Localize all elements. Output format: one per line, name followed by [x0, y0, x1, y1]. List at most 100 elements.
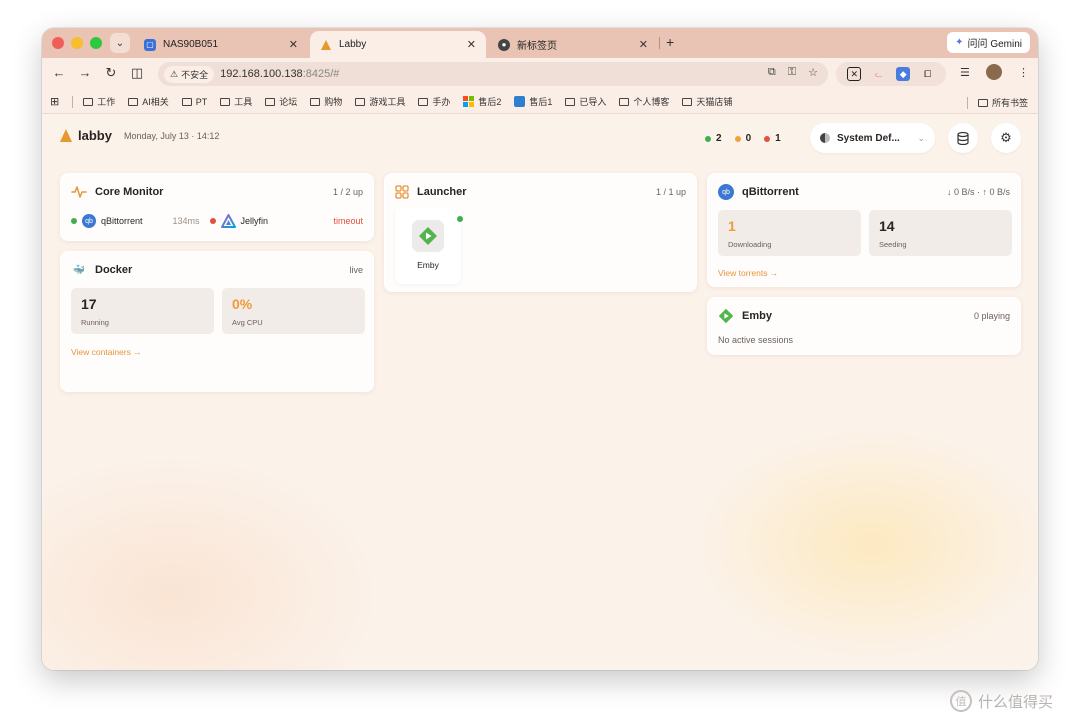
status-dot-icon: [71, 218, 77, 224]
chrome-favicon-icon: ●: [498, 38, 510, 51]
url-text[interactable]: 192.168.100.138:8425/#: [220, 68, 339, 80]
extension-screenshot-icon[interactable]: ✕: [847, 67, 862, 81]
menu-more-icon[interactable]: ⋮: [1018, 66, 1029, 79]
theme-select[interactable]: System Def... ⌄: [810, 123, 935, 153]
stat-value: 1: [728, 218, 736, 234]
bookmark-folder[interactable]: 手办: [418, 95, 450, 108]
qbittorrent-icon: qb: [82, 214, 96, 228]
side-panel-icon[interactable]: ◫: [128, 65, 146, 81]
header-date: Monday, July 13 · 14:12: [123, 130, 220, 141]
settings-button[interactable]: ⚙: [991, 123, 1021, 153]
folder-icon: [619, 97, 630, 106]
bookmark-folder[interactable]: 购物: [310, 95, 342, 108]
bookmark-folder[interactable]: 天猫店铺: [682, 95, 732, 108]
theme-icon: [820, 133, 830, 143]
grid-icon: [395, 185, 409, 199]
profile-avatar[interactable]: [986, 64, 1002, 80]
media-list-icon[interactable]: ☰: [960, 66, 970, 79]
online-dot-icon: [457, 216, 463, 222]
bookmark-label: 工作: [97, 97, 116, 107]
bookmark-folder[interactable]: PT: [181, 96, 208, 107]
status-warning-count: 0: [734, 133, 752, 144]
pulse-icon: [71, 186, 87, 198]
bookmark-link[interactable]: 售后1: [514, 95, 552, 108]
close-icon[interactable]: ✕: [639, 38, 648, 51]
chevron-down-icon: ⌄: [917, 132, 925, 143]
forward-button[interactable]: →: [76, 65, 94, 80]
folder-icon: [682, 97, 693, 106]
bookmarks-bar: ⊞ 工作 AI相关 PT 工具 论坛 购物 游戏工具 手办 售后2 售后1 已导…: [42, 90, 1038, 114]
launcher-app-emby[interactable]: Emby: [395, 208, 463, 284]
bookmark-link[interactable]: 售后2: [463, 95, 501, 108]
emby-icon: [419, 227, 437, 245]
extensions-group: ✕ ᓚ ◆ ⧠: [836, 62, 946, 86]
bookmark-folder[interactable]: 游戏工具: [355, 95, 405, 108]
address-bar[interactable]: ⚠ 不安全 192.168.100.138:8425/# ⧉ ⚿ ☆: [158, 62, 828, 86]
watermark: 值 什么值得买: [950, 690, 1053, 712]
tab-strip: ⌄ ▢ NAS90B051 ✕ Labby ✕ ● 新标签页 ✕ + ✦ 问问 …: [42, 28, 1038, 58]
bookmark-folder[interactable]: 工具: [220, 95, 252, 108]
bookmark-label: AI相关: [142, 97, 169, 107]
monitor-list: qb qBittorrent 134ms Jellyfin timeout: [71, 214, 363, 228]
extension-blue-icon[interactable]: ◆: [896, 67, 911, 81]
folder-icon: [220, 97, 231, 106]
back-button[interactable]: ←: [50, 65, 68, 80]
new-tab-button[interactable]: +: [666, 34, 674, 50]
tab-title: Labby: [339, 39, 367, 50]
tab-nas[interactable]: ▢ NAS90B051 ✕: [134, 31, 308, 58]
translate-icon[interactable]: ⧉: [768, 66, 776, 79]
bookmark-folder[interactable]: AI相关: [128, 95, 169, 108]
password-key-icon[interactable]: ⚿: [788, 66, 796, 79]
docker-card: 🐳 Docker live 17 Running 0% Avg CPU View…: [60, 251, 374, 392]
monitor-item-qbittorrent[interactable]: qb qBittorrent: [71, 214, 143, 228]
tab-title: NAS90B051: [163, 39, 219, 50]
bookmark-star-icon[interactable]: ☆: [808, 66, 818, 79]
close-icon[interactable]: ✕: [289, 38, 298, 51]
bookmark-folder[interactable]: 论坛: [265, 95, 297, 108]
view-torrents-link[interactable]: View torrents →: [718, 268, 778, 278]
close-window-button[interactable]: [52, 37, 64, 49]
minimize-window-button[interactable]: [71, 37, 83, 49]
bookmark-folder[interactable]: 工作: [83, 95, 115, 108]
database-button[interactable]: [948, 123, 978, 153]
browser-window: ⌄ ▢ NAS90B051 ✕ Labby ✕ ● 新标签页 ✕ + ✦ 问问 …: [42, 28, 1038, 670]
stat-value: 14: [879, 218, 895, 234]
folder-icon: [181, 97, 192, 106]
extension-cat-icon[interactable]: ᓚ: [872, 67, 886, 81]
security-chip[interactable]: ⚠ 不安全: [164, 65, 215, 83]
labby-favicon-icon: [320, 39, 332, 51]
puzzle-icon[interactable]: ⧠: [921, 67, 935, 81]
green-dot-icon: [705, 135, 711, 142]
windows-logo-icon: [463, 96, 475, 107]
bookmark-folder[interactable]: 已导入: [565, 95, 606, 108]
view-containers-link[interactable]: View containers →: [71, 347, 142, 357]
qbittorrent-card: qb qBittorrent ↓ 0 B/s · ↑ 0 B/s 1 Downl…: [707, 173, 1021, 287]
url-host: 192.168.100.138: [220, 68, 303, 80]
folder-icon: [310, 97, 321, 106]
stat-value: 17: [81, 296, 97, 312]
stat-value: 0: [745, 133, 752, 144]
bookmark-label: 个人博客: [633, 97, 670, 107]
card-meta: 1 / 1 up: [655, 187, 686, 197]
monitor-status: timeout: [333, 216, 363, 226]
bookmark-label: PT: [195, 96, 208, 107]
maximize-window-button[interactable]: [90, 37, 102, 49]
tab-newtab[interactable]: ● 新标签页 ✕: [488, 31, 658, 58]
gemini-button[interactable]: ✦ 问问 Gemini: [947, 32, 1030, 53]
apps-grid-icon[interactable]: ⊞: [50, 95, 59, 108]
folder-icon: [355, 97, 366, 106]
brand[interactable]: labby Monday, July 13 · 14:12: [60, 128, 219, 143]
stat-label: Running: [81, 318, 109, 327]
bookmark-label: 游戏工具: [369, 97, 406, 107]
close-icon[interactable]: ✕: [467, 38, 476, 51]
bookmark-label: 已导入: [579, 97, 607, 107]
monitor-item-jellyfin[interactable]: Jellyfin: [209, 214, 268, 228]
tab-search-button[interactable]: ⌄: [110, 33, 130, 53]
tab-labby[interactable]: Labby ✕: [310, 31, 486, 58]
bookmark-folder[interactable]: 个人博客: [619, 95, 669, 108]
core-monitor-card: Core Monitor 1 / 2 up qb qBittorrent 134…: [60, 173, 374, 241]
card-title: Core Monitor: [95, 186, 164, 198]
all-bookmarks-button[interactable]: 所有书签: [966, 96, 1028, 109]
cpu-stat: 0% Avg CPU: [222, 288, 365, 334]
reload-button[interactable]: ↻: [102, 65, 120, 81]
